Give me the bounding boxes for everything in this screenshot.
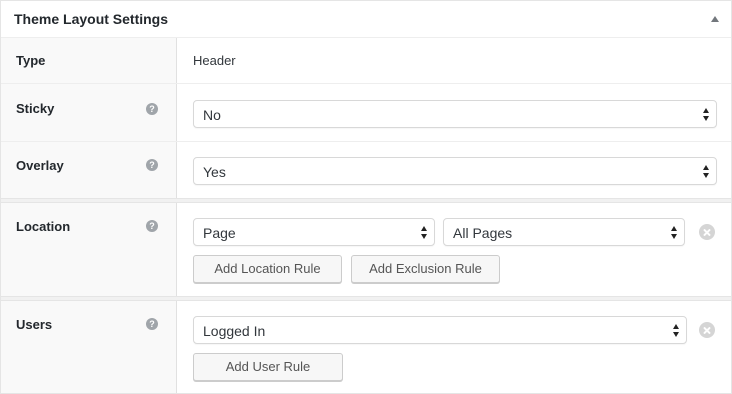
panel-header[interactable]: Theme Layout Settings [1,1,731,38]
help-icon[interactable]: ? [146,159,158,171]
help-icon[interactable]: ? [146,220,158,232]
theme-layout-settings-panel: Theme Layout Settings Type Header Sticky… [0,0,732,394]
location-label: Location [16,219,71,234]
users-select[interactable]: Logged In [193,316,687,344]
overlay-select-value: Yes [203,164,226,180]
select-arrows-icon [703,108,710,121]
users-label-cell: Users ? [1,301,177,393]
select-arrows-icon [671,226,678,239]
location-type-select[interactable]: Page [193,218,435,246]
type-value: Header [193,53,236,68]
select-arrows-icon [421,226,428,239]
overlay-row: Overlay ? Yes [1,142,731,199]
add-user-rule-button[interactable]: Add User Rule [193,353,343,381]
overlay-label: Overlay [16,158,64,173]
select-arrows-icon [673,324,680,337]
collapse-toggle-icon[interactable] [711,16,719,22]
add-exclusion-rule-button[interactable]: Add Exclusion Rule [351,255,500,283]
users-select-value: Logged In [203,323,266,339]
sticky-select-value: No [203,107,221,123]
help-icon[interactable]: ? [146,103,158,115]
add-location-rule-button[interactable]: Add Location Rule [193,255,342,283]
overlay-select[interactable]: Yes [193,157,717,185]
panel-title: Theme Layout Settings [14,11,169,27]
location-row: Location ? Page All Pages Add Location R… [1,203,731,297]
sticky-row: Sticky ? No [1,84,731,141]
users-row: Users ? Logged In Add User Rule [1,301,731,393]
location-type-value: Page [203,225,236,241]
help-icon[interactable]: ? [146,318,158,330]
overlay-label-cell: Overlay ? [1,142,177,199]
sticky-label-cell: Sticky ? [1,84,177,141]
location-label-cell: Location ? [1,203,177,297]
location-value-select[interactable]: All Pages [443,218,685,246]
location-value-value: All Pages [453,225,513,241]
type-row: Type Header [1,38,731,83]
type-label: Type [16,53,46,68]
select-arrows-icon [703,165,710,178]
sticky-label: Sticky [16,101,55,116]
sticky-select[interactable]: No [193,100,717,128]
remove-rule-icon[interactable] [699,322,715,338]
type-label-cell: Type [1,38,177,83]
users-label: Users [16,317,53,332]
remove-rule-icon[interactable] [699,224,715,240]
